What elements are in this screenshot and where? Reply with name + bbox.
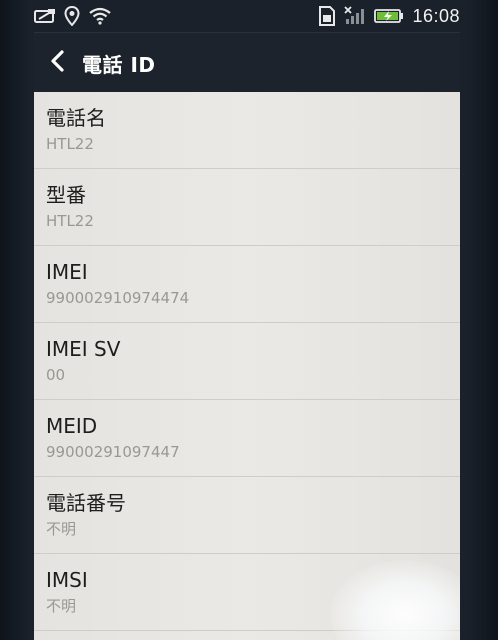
location-icon	[64, 6, 80, 26]
item-value: HTL22	[46, 212, 94, 230]
page-title: 電話 ID	[82, 52, 156, 77]
status-left-icons	[34, 6, 112, 26]
notification-card-icon	[34, 8, 56, 24]
item-title: IMEI SV	[46, 337, 121, 361]
battery-charging-icon	[374, 8, 404, 24]
list-item-imsi[interactable]: IMSI 不明	[34, 554, 460, 631]
item-value: 不明	[46, 597, 77, 615]
status-time: 16:08	[412, 5, 460, 26]
item-title: IMSI	[46, 568, 88, 592]
list-item-imei[interactable]: IMEI 990002910974474	[34, 246, 460, 323]
wifi-icon	[88, 7, 112, 25]
item-value: HTL22	[46, 135, 94, 153]
item-title: MEID	[46, 414, 98, 438]
item-title: IMEI	[46, 260, 88, 284]
item-value: 00	[46, 366, 66, 384]
sim-card-icon	[318, 6, 336, 26]
item-value: 不明	[46, 520, 77, 538]
list-item-meid[interactable]: MEID 99000291097447	[34, 400, 460, 477]
item-title: 電話名	[46, 106, 106, 130]
phone-screen: 16:08 電話 ID 電話名 HTL22 型番 HTL22 IMEI 9900…	[0, 0, 498, 640]
phone-id-list: 電話名 HTL22 型番 HTL22 IMEI 990002910974474 …	[34, 92, 460, 640]
status-right-icons: 16:08	[318, 6, 460, 27]
status-bar: 16:08	[34, 0, 460, 32]
chevron-left-icon	[50, 50, 66, 76]
back-button[interactable]	[34, 33, 82, 93]
item-title: 電話番号	[46, 491, 126, 515]
item-title: 型番	[46, 183, 86, 207]
list-item-imei-sv[interactable]: IMEI SV 00	[34, 323, 460, 400]
list-item-phone-name[interactable]: 電話名 HTL22	[34, 92, 460, 169]
signal-no-service-icon	[344, 6, 366, 26]
action-bar: 電話 ID	[34, 32, 460, 93]
item-value: 990002910974474	[46, 289, 190, 307]
item-value: 99000291097447	[46, 443, 180, 461]
list-item-model-number[interactable]: 型番 HTL22	[34, 169, 460, 246]
list-item-phone-number[interactable]: 電話番号 不明	[34, 477, 460, 554]
